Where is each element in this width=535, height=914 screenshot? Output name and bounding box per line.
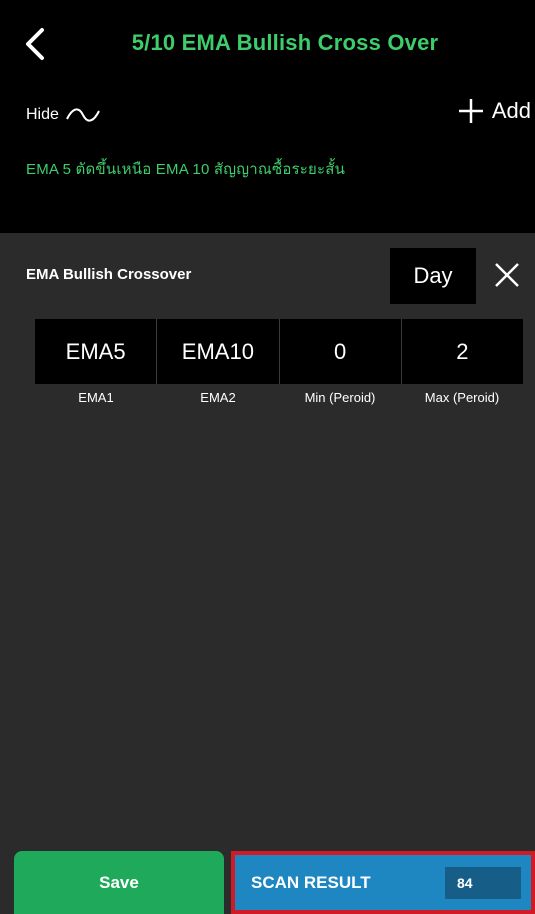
close-icon[interactable] [490,258,524,292]
wave-icon [66,108,100,122]
ema1-label: EMA1 [78,390,114,405]
header-panel: 5/10 EMA Bullish Cross Over Hide Add EMA… [0,0,535,233]
add-button[interactable]: Add [456,96,531,126]
back-icon[interactable] [22,26,52,62]
scan-result-label: SCAN RESULT [251,872,371,892]
min-period-label: Min (Peroid) [304,390,376,405]
page-title: 5/10 EMA Bullish Cross Over [131,30,439,55]
scan-result-count: 84 [445,867,521,899]
max-period-label: Max (Peroid) [424,390,500,405]
ema2-field[interactable]: EMA10 [157,319,280,384]
strategy-description: EMA 5 ตัดขึ้นเหนือ EMA 10 สัญญาณซื้อระยะ… [26,161,346,178]
min-period-field[interactable]: 0 [280,319,402,384]
add-label: Add [491,98,531,123]
scan-result-button[interactable]: SCAN RESULT 84 [235,855,531,910]
parameter-row: EMA5 EMA10 0 2 [35,319,523,384]
parameter-labels: EMA1 EMA2 Min (Peroid) Max (Peroid) [35,390,523,405]
save-button[interactable]: Save [14,851,224,914]
ema2-label: EMA2 [200,390,236,405]
hide-toggle[interactable]: Hide [26,106,101,124]
scan-result-highlight: SCAN RESULT 84 [231,851,535,914]
condition-title: EMA Bullish Crossover [26,266,192,283]
period-selector[interactable]: Day [390,248,476,304]
hide-label: Hide [26,106,59,123]
max-period-field[interactable]: 2 [402,319,523,384]
ema1-field[interactable]: EMA5 [35,319,158,384]
plus-icon [458,99,483,123]
